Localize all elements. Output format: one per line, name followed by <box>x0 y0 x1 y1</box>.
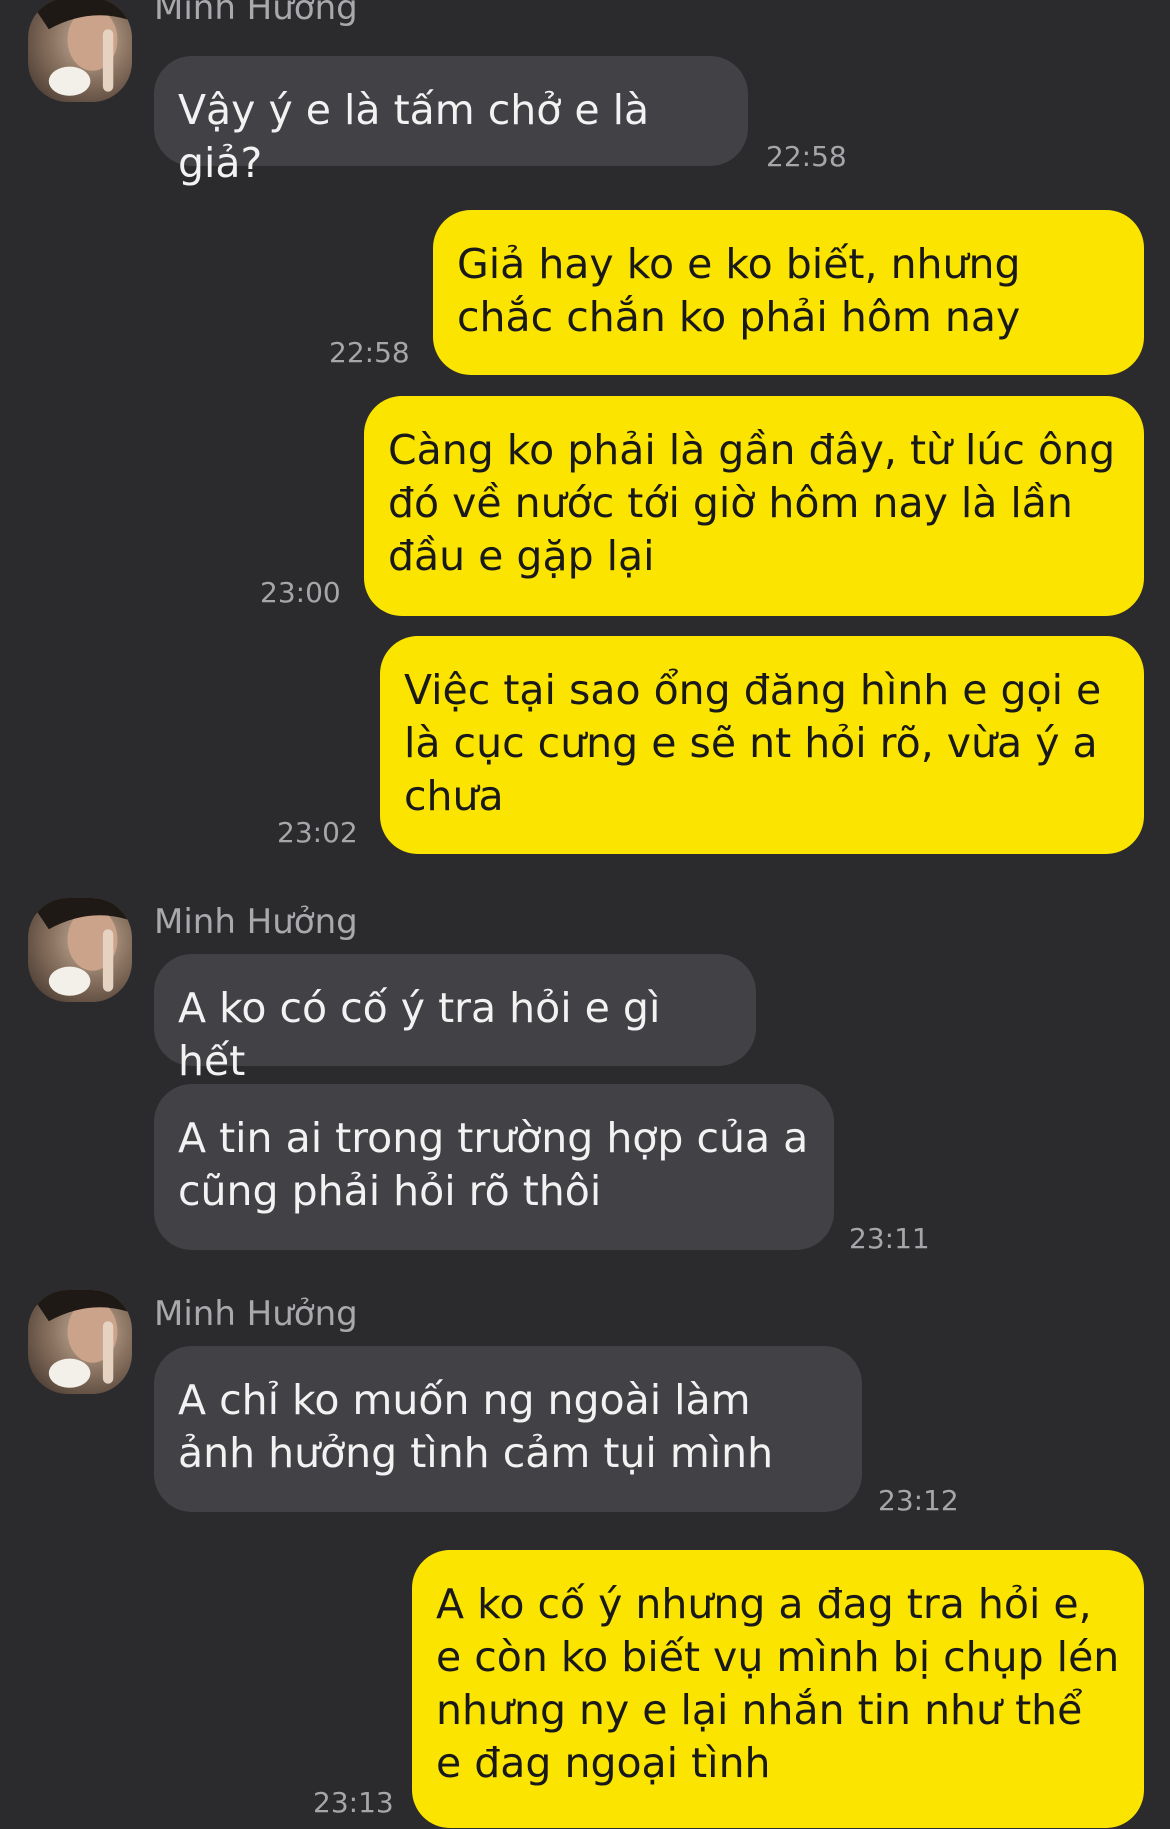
message-bubble-incoming[interactable]: A tin ai trong trường hợp của a cũng phả… <box>154 1084 834 1250</box>
message-bubble-incoming[interactable]: Vậy ý e là tấm chở e là giả? <box>154 56 748 187</box>
message-bubble-outgoing[interactable]: A ko cố ý nhưng a đag tra hỏi e, e còn k… <box>412 1550 1144 1828</box>
contact-avatar[interactable] <box>28 898 132 1002</box>
message-timestamp: 23:02 <box>277 816 358 849</box>
contact-avatar[interactable] <box>28 1290 132 1394</box>
message-timestamp: 23:00 <box>260 576 341 609</box>
contact-avatar[interactable] <box>28 0 132 102</box>
sender-name: Minh Hưởng <box>154 0 358 28</box>
sender-name: Minh Hưởng <box>154 1294 358 1334</box>
message-bubble-incoming[interactable]: A chỉ ko muốn ng ngoài làm ảnh hưởng tìn… <box>154 1346 862 1512</box>
message-timestamp: 23:13 <box>313 1786 394 1819</box>
chat-thread[interactable]: Minh Hưởng Vậy ý e là tấm chở e là giả? … <box>0 0 1170 1829</box>
message-bubble-incoming[interactable]: A ko có cố ý tra hỏi e gì hết <box>154 954 756 1085</box>
message-bubble-outgoing[interactable]: Giả hay ko e ko biết, nhưng chắc chắn ko… <box>433 210 1144 375</box>
message-bubble-outgoing[interactable]: Càng ko phải là gần đây, từ lúc ông đó v… <box>364 396 1144 616</box>
message-bubble-outgoing[interactable]: Việc tại sao ổng đăng hình e gọi e là cụ… <box>380 636 1144 854</box>
message-timestamp: 23:12 <box>878 1484 959 1517</box>
message-timestamp: 22:58 <box>766 140 847 173</box>
message-timestamp: 22:58 <box>329 336 410 369</box>
message-timestamp: 23:11 <box>849 1222 930 1255</box>
sender-name: Minh Hưởng <box>154 902 358 942</box>
